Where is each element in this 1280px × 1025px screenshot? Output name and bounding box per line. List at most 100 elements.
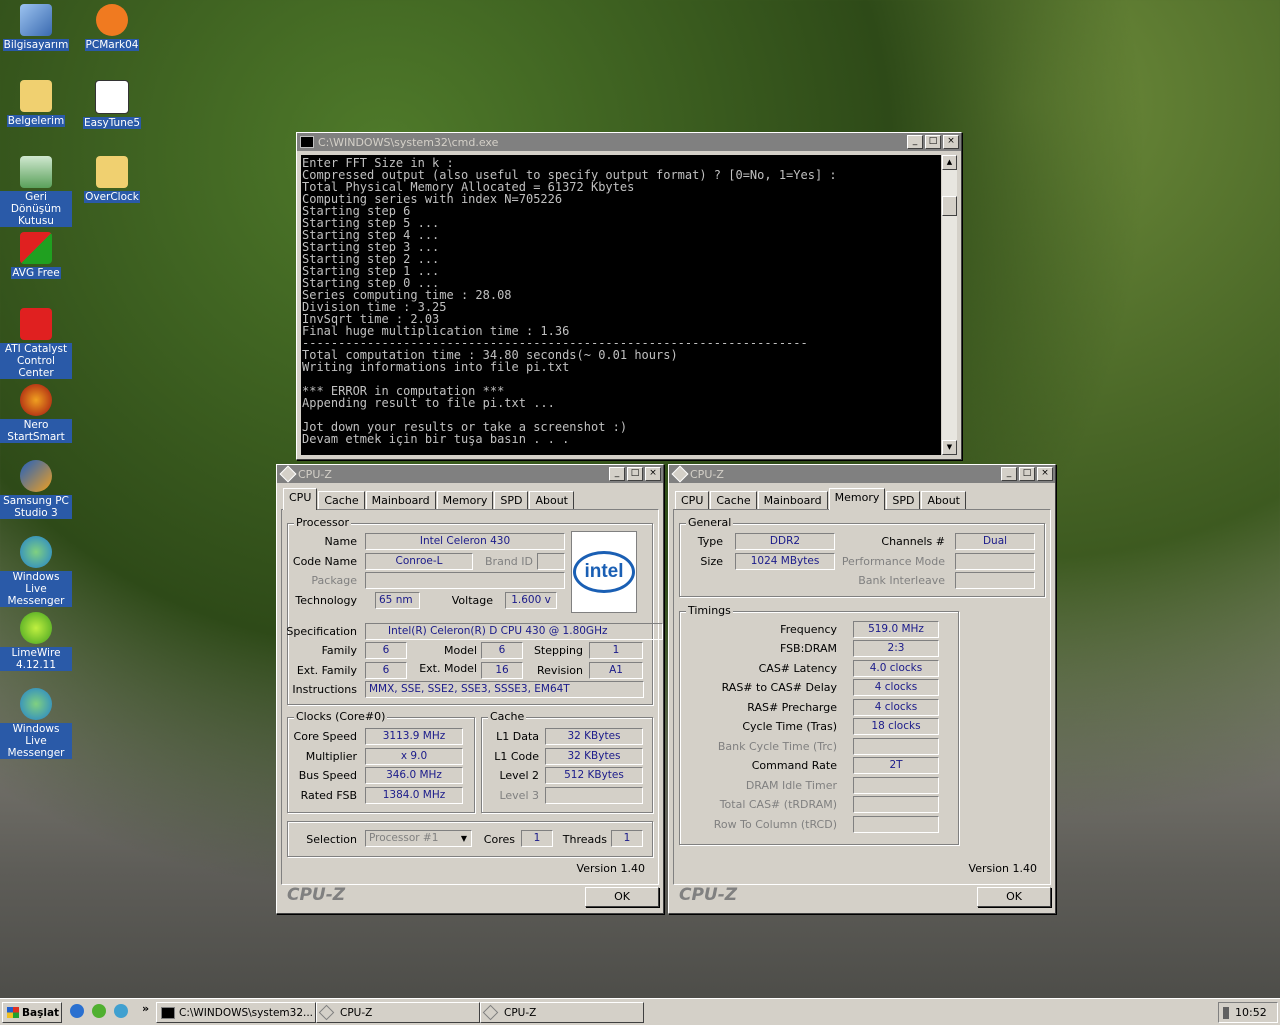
quicklaunch-overflow-icon[interactable]: » (142, 1002, 149, 1015)
clocks-group-title: Clocks (Core#0) (294, 710, 388, 723)
ok-button[interactable]: OK (585, 887, 659, 907)
desktop-icon-ati[interactable]: ATI Catalyst Control Center (0, 308, 72, 379)
limewire-quicklaunch-icon[interactable] (92, 1004, 106, 1018)
cpuz-brand: CPU-Z (287, 885, 346, 905)
tab-cache[interactable]: Cache (710, 491, 757, 510)
maximize-button[interactable]: □ (925, 135, 941, 149)
l1-data-value: 32 KBytes (545, 728, 643, 745)
maximize-button[interactable]: □ (1019, 467, 1035, 481)
dram-idle-timer-label: DRAM Idle Timer (745, 779, 837, 792)
bank-cycle-time-label: Bank Cycle Time (Trc) (717, 740, 837, 753)
ras-to-cas-label: RAS# to CAS# Delay (721, 681, 837, 694)
selection-dropdown[interactable]: Processor #1 ▼ (365, 830, 472, 847)
cmd-scrollbar[interactable]: ▲ ▼ (942, 155, 957, 455)
task-cpuz-1[interactable]: CPU-Z (316, 1002, 480, 1023)
tab-cpu[interactable]: CPU (675, 491, 710, 510)
instructions-label: Instructions (292, 683, 357, 696)
messenger-quicklaunch-icon[interactable] (114, 1004, 128, 1018)
cas-latency-value: 4.0 clocks (853, 660, 939, 677)
chevron-down-icon[interactable]: ▼ (457, 831, 471, 846)
ok-button[interactable]: OK (977, 887, 1051, 907)
tab-mainboard[interactable]: Mainboard (365, 491, 436, 510)
cpuz-cpu-window[interactable]: CPU-Z _ □ × CPU Cache Mainboard Memory S… (276, 464, 664, 914)
task-cmd[interactable]: C:\WINDOWS\system32... (156, 1002, 316, 1023)
tab-cache[interactable]: Cache (318, 491, 365, 510)
general-group-title: General (686, 516, 734, 529)
cmd-titlebar[interactable]: C:\WINDOWS\system32\cmd.exe _ □ × (297, 133, 961, 151)
cpuz-memory-window[interactable]: CPU-Z _ □ × CPU Cache Mainboard Memory S… (668, 464, 1056, 914)
messenger-icon (20, 536, 52, 568)
fsb-dram-value: 2:3 (853, 640, 939, 657)
scroll-up-button[interactable]: ▲ (942, 155, 957, 170)
cache-group-title: Cache (488, 710, 527, 723)
tab-spd[interactable]: SPD (494, 491, 529, 510)
desktop-icon-computer[interactable]: Bilgisayarım (0, 4, 72, 51)
ras-precharge-label: RAS# Precharge (747, 701, 837, 714)
scroll-down-button[interactable]: ▼ (942, 440, 957, 455)
desktop-icon-nero[interactable]: Nero StartSmart (0, 384, 72, 443)
package-label: Package (311, 574, 357, 587)
folder-icon (20, 80, 52, 112)
core-speed-label: Core Speed (293, 730, 357, 743)
cmd-output[interactable]: Enter FFT Size in k : Compressed output … (301, 155, 941, 455)
minimize-button[interactable]: _ (609, 467, 625, 481)
cores-value: 1 (521, 830, 553, 847)
desktop-icon-easytune[interactable]: EasyTune5 (76, 80, 148, 129)
tab-about[interactable]: About (921, 491, 966, 510)
ati-icon (20, 308, 52, 340)
desktop-icon-label: PCMark04 (84, 39, 140, 51)
name-label: Name (324, 535, 357, 548)
cpuz-titlebar[interactable]: CPU-Z _ □ × (669, 465, 1055, 483)
version-label: Version 1.40 (968, 862, 1037, 875)
close-button[interactable]: × (1037, 467, 1053, 481)
scroll-thumb[interactable] (942, 196, 957, 216)
bus-speed-label: Bus Speed (298, 769, 357, 782)
desktop-icon-overclock[interactable]: OverClock (76, 156, 148, 203)
ext-model-label: Ext. Model (419, 662, 477, 675)
desktop-icon-label: AVG Free (11, 267, 61, 279)
cpuz-title: CPU-Z (298, 467, 332, 481)
desktop-icon-recycle-bin[interactable]: Geri Dönüşüm Kutusu (0, 156, 72, 227)
cycle-time-label: Cycle Time (Tras) (742, 720, 837, 733)
desktop-icon-label: Nero StartSmart (0, 419, 72, 443)
task-cpuz-2[interactable]: CPU-Z (480, 1002, 644, 1023)
family-label: Family (321, 644, 357, 657)
cpuz-icon (279, 465, 297, 483)
version-label: Version 1.40 (576, 862, 645, 875)
tab-cpu[interactable]: CPU (283, 488, 318, 510)
task-cpuz-label: CPU-Z (504, 1006, 537, 1019)
tab-memory[interactable]: Memory (436, 491, 494, 510)
minimize-button[interactable]: _ (1001, 467, 1017, 481)
desktop-icon-label: Samsung PC Studio 3 (0, 495, 72, 519)
minimize-button[interactable]: _ (907, 135, 923, 149)
ie-icon[interactable] (70, 1004, 84, 1018)
desktop-icon-pcmark[interactable]: PCMark04 (76, 4, 148, 51)
desktop-icon-limewire[interactable]: LimeWire 4.12.11 (0, 612, 72, 671)
desktop-icon-samsung[interactable]: Samsung PC Studio 3 (0, 460, 72, 519)
tab-memory[interactable]: Memory (828, 488, 886, 510)
desktop-icon-avg[interactable]: AVG Free (0, 232, 72, 279)
size-label: Size (700, 555, 723, 568)
tray-icon[interactable] (1223, 1006, 1229, 1019)
desktop-icon-messenger[interactable]: Windows Live Messenger (0, 536, 72, 607)
messenger-icon (20, 688, 52, 720)
start-button[interactable]: Başlat (2, 1002, 62, 1023)
clock[interactable]: 10:52 (1235, 1006, 1267, 1019)
desktop-icon-documents[interactable]: Belgelerim (0, 80, 72, 127)
rated-fsb-label: Rated FSB (300, 789, 357, 802)
tab-mainboard[interactable]: Mainboard (757, 491, 828, 510)
tab-about[interactable]: About (529, 491, 574, 510)
level2-label: Level 2 (499, 769, 539, 782)
cpuz-titlebar[interactable]: CPU-Z _ □ × (277, 465, 663, 483)
cmd-window[interactable]: C:\WINDOWS\system32\cmd.exe _ □ × Enter … (296, 132, 962, 460)
close-button[interactable]: × (645, 467, 661, 481)
maximize-button[interactable]: □ (627, 467, 643, 481)
close-button[interactable]: × (943, 135, 959, 149)
bank-cycle-time-value (853, 738, 939, 755)
bank-interleave-value (955, 572, 1035, 589)
task-cmd-label: C:\WINDOWS\system32... (179, 1006, 314, 1019)
codename-value: Conroe-L (365, 553, 473, 570)
tab-spd[interactable]: SPD (886, 491, 921, 510)
revision-value: A1 (589, 662, 643, 679)
desktop-icon-messenger-2[interactable]: Windows Live Messenger (0, 688, 72, 759)
